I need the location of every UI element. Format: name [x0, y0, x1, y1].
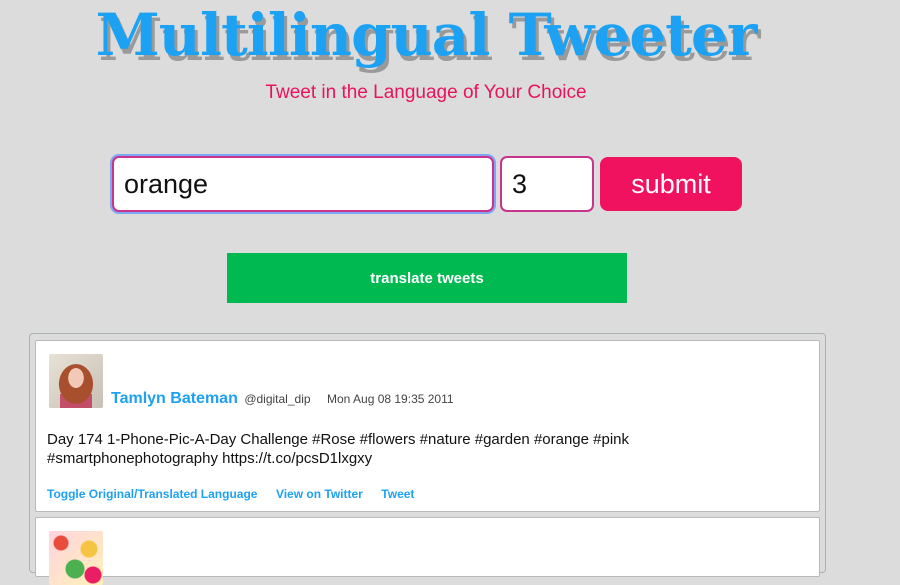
toggle-language-link[interactable]: Toggle Original/Translated Language [47, 487, 257, 501]
tweet-actions: Toggle Original/Translated Language View… [47, 485, 428, 503]
tweet-card: Tamlyn Bateman @digital_dip Mon Aug 08 1… [35, 340, 820, 512]
avatar [49, 531, 103, 585]
tweet-user-handle: @digital_dip [244, 392, 311, 406]
tweet-results-panel: Tamlyn Bateman @digital_dip Mon Aug 08 1… [29, 333, 826, 585]
app-title: Multilingual Tweeter [95, 1, 758, 69]
app-subtitle: Tweet in the Language of Your Choice [265, 82, 587, 103]
search-input[interactable] [112, 156, 494, 212]
view-on-twitter-link[interactable]: View on Twitter [276, 487, 363, 501]
tweet-text: Day 174 1-Phone-Pic-A-Day Challenge #Ros… [47, 431, 630, 467]
tweet-user-name[interactable]: Tamlyn Bateman [111, 390, 238, 407]
tweet-link[interactable]: Tweet [381, 487, 414, 501]
tweet-timestamp: Mon Aug 08 19:35 2011 [327, 392, 454, 406]
tweet-count-input[interactable] [500, 156, 594, 212]
avatar [49, 354, 103, 408]
tweet-card [35, 517, 820, 585]
translate-tweets-button[interactable]: translate tweets [227, 253, 627, 303]
submit-button[interactable]: submit [600, 157, 742, 211]
tweet-header: Tamlyn Bateman @digital_dip Mon Aug 08 1… [111, 390, 454, 408]
